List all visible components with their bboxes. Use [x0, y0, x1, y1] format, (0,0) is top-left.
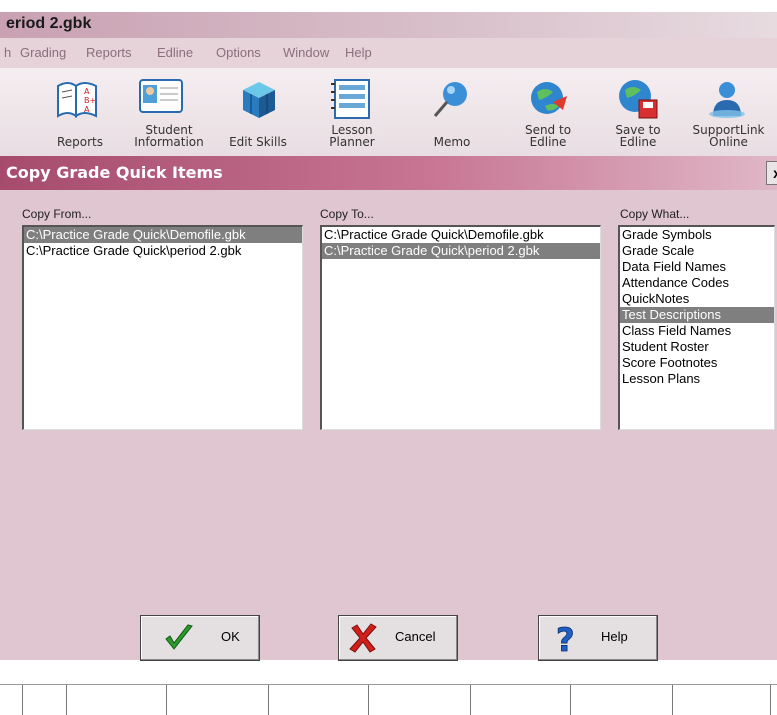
save-to-edline-icon — [619, 80, 658, 119]
svg-text:?: ? — [556, 622, 575, 654]
ok-button-label: OK — [221, 629, 240, 644]
menu-item-h[interactable]: h — [4, 45, 11, 60]
status-divider — [672, 685, 673, 715]
toolbar-lesson-planner-button[interactable]: Lesson Planner — [310, 74, 394, 152]
svg-text:A: A — [84, 87, 90, 96]
copy-what-item[interactable]: QuickNotes — [620, 291, 774, 307]
copy-from-item[interactable]: C:\Practice Grade Quick\Demofile.gbk — [24, 227, 302, 243]
menu-item-reports[interactable]: Reports — [86, 45, 132, 60]
copy-from-label: Copy From... — [22, 207, 92, 221]
menu-item-grading[interactable]: Grading — [20, 45, 66, 60]
status-divider — [368, 685, 369, 715]
copy-to-label: Copy To... — [320, 207, 374, 221]
memo-icon — [433, 82, 467, 117]
ok-button[interactable]: OK — [140, 615, 260, 661]
status-divider — [22, 685, 23, 715]
menu-item-help[interactable]: Help — [345, 45, 372, 60]
status-bar — [0, 684, 777, 715]
toolbar-label-line2: Memo — [433, 135, 471, 149]
toolbar-send-to-edline-button[interactable]: Send to Edline — [508, 74, 588, 152]
copy-what-item[interactable]: Grade Scale — [620, 243, 774, 259]
copy-from-listbox[interactable]: C:\Practice Grade Quick\Demofile.gbk C:\… — [22, 225, 303, 430]
copy-what-item[interactable]: Data Field Names — [620, 259, 774, 275]
reports-icon: A B+ A — [57, 82, 97, 118]
help-button-label: Help — [601, 629, 628, 644]
copy-what-item[interactable]: Test Descriptions — [620, 307, 774, 323]
copy-to-item[interactable]: C:\Practice Grade Quick\Demofile.gbk — [322, 227, 600, 243]
status-divider — [470, 685, 471, 715]
menu-item-edline[interactable]: Edline — [157, 45, 193, 60]
supportlink-icon — [709, 82, 745, 118]
toolbar-edit-skills-button[interactable]: Edit Skills — [216, 74, 300, 152]
menu-bar: h Grading Reports Edline Options Window … — [0, 38, 777, 69]
dialog-close-button[interactable]: x — [766, 161, 777, 185]
toolbar-label-line2: Edit Skills — [229, 135, 287, 149]
send-to-edline-icon — [531, 82, 567, 114]
copy-what-item[interactable]: Lesson Plans — [620, 371, 774, 387]
toolbar-supportlink-online-button[interactable]: SupportLink Online — [680, 74, 777, 152]
copy-what-item[interactable]: Class Field Names — [620, 323, 774, 339]
toolbar: A B+ A Reports Student Information Edit S… — [0, 68, 777, 157]
x-cross-icon — [349, 623, 377, 653]
status-divider — [770, 685, 771, 715]
help-button[interactable]: ? Help — [538, 615, 658, 661]
status-divider — [166, 685, 167, 715]
checkmark-icon — [165, 624, 193, 650]
toolbar-label-line2: Online — [709, 135, 748, 149]
menu-item-window[interactable]: Window — [283, 45, 329, 60]
toolbar-memo-button[interactable]: Memo — [412, 74, 492, 152]
toolbar-reports-button[interactable]: A B+ A Reports — [40, 74, 120, 152]
toolbar-label-line2: Information — [134, 135, 204, 149]
dialog-title: Copy Grade Quick Items — [6, 163, 223, 182]
toolbar-save-to-edline-button[interactable]: Save to Edline — [598, 74, 678, 152]
toolbar-label-line2: Reports — [56, 135, 104, 149]
copy-what-item[interactable]: Grade Symbols — [620, 227, 774, 243]
dialog-title-bar: Copy Grade Quick Items — [0, 156, 777, 190]
copy-from-item[interactable]: C:\Practice Grade Quick\period 2.gbk — [24, 243, 302, 259]
toolbar-label-line2: Edline — [619, 135, 657, 149]
copy-what-label: Copy What... — [620, 207, 690, 221]
copy-what-listbox[interactable]: Grade Symbols Grade Scale Data Field Nam… — [618, 225, 775, 430]
copy-to-item[interactable]: C:\Practice Grade Quick\period 2.gbk — [322, 243, 600, 259]
window-title: eriod 2.gbk — [6, 15, 92, 32]
status-divider — [570, 685, 571, 715]
svg-text:B+: B+ — [84, 96, 96, 105]
copy-what-item[interactable]: Score Footnotes — [620, 355, 774, 371]
student-information-icon — [139, 79, 183, 113]
copy-what-item[interactable]: Student Roster — [620, 339, 774, 355]
top-caption-fragment — [0, 0, 777, 12]
menu-item-options[interactable]: Options — [216, 45, 261, 60]
toolbar-label-line2: Edline — [529, 135, 567, 149]
copy-to-listbox[interactable]: C:\Practice Grade Quick\Demofile.gbk C:\… — [320, 225, 601, 430]
edit-skills-icon — [243, 82, 275, 118]
question-mark-icon: ? — [556, 622, 575, 654]
window-title-bar: eriod 2.gbk — [0, 12, 777, 38]
status-divider — [66, 685, 67, 715]
cancel-button[interactable]: Cancel — [338, 615, 458, 661]
copy-what-item[interactable]: Attendance Codes — [620, 275, 774, 291]
toolbar-label-line2: Planner — [329, 135, 375, 149]
cancel-button-label: Cancel — [395, 629, 436, 644]
toolbar-student-information-button[interactable]: Student Information — [124, 74, 214, 152]
svg-text:A: A — [84, 105, 90, 114]
lesson-planner-icon — [331, 79, 370, 119]
status-divider — [268, 685, 269, 715]
